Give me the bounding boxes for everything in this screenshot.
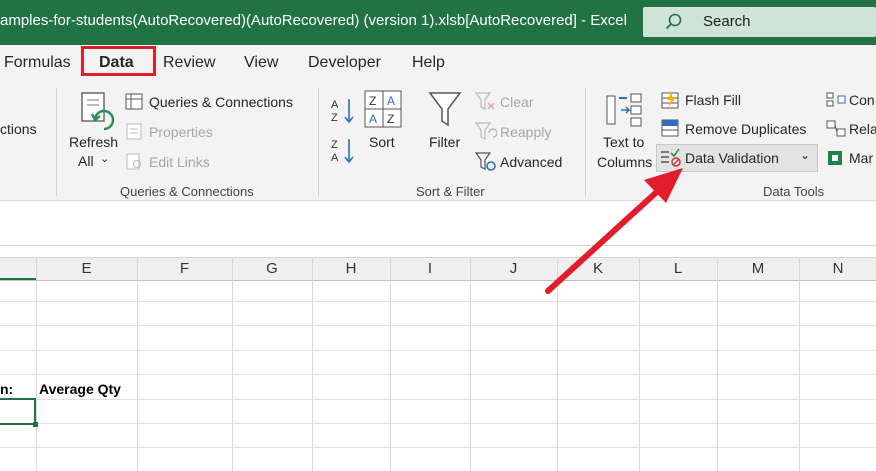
annotation-arrow [545,168,683,294]
